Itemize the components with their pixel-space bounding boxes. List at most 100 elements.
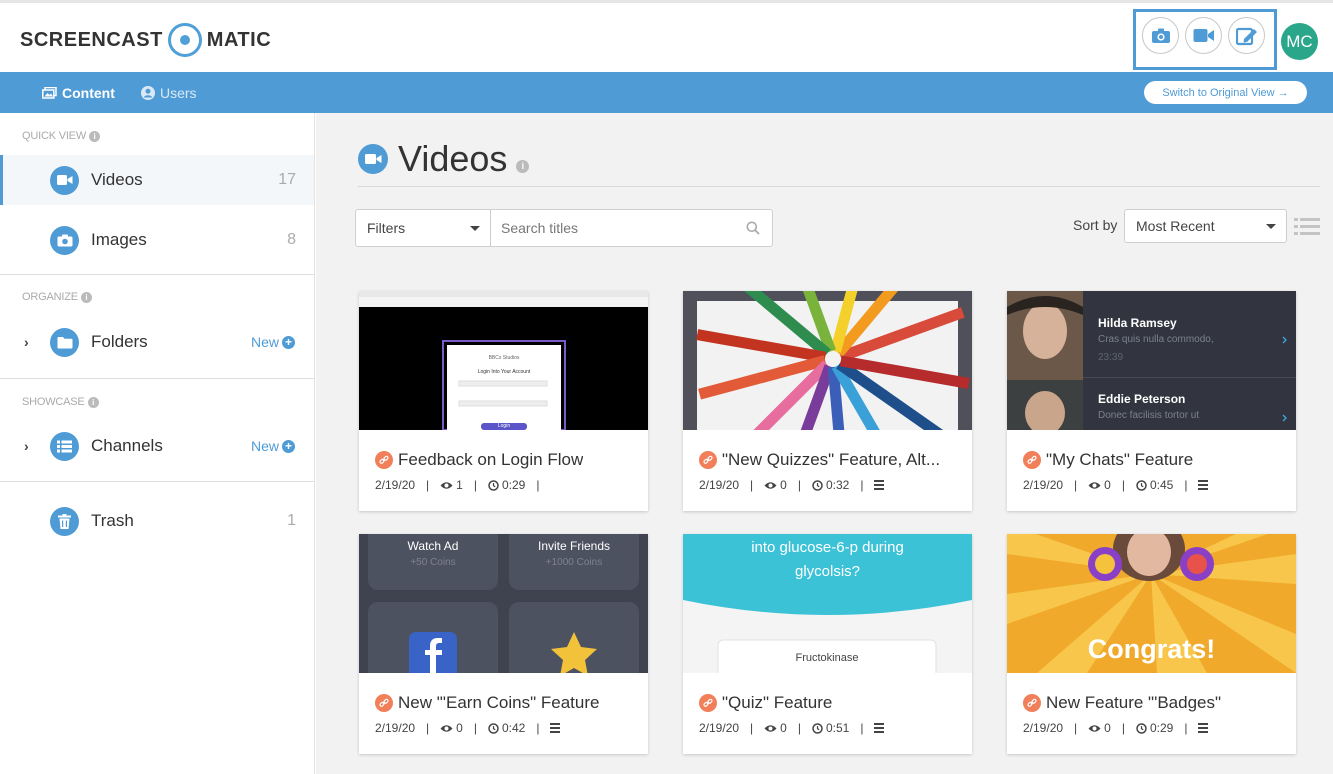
info-icon[interactable]: i	[80, 291, 92, 303]
quiz-question-line1: into glucose-6-p during	[751, 539, 904, 556]
link-icon	[1023, 451, 1041, 469]
video-thumbnail[interactable]: Hilda Ramsey Cras quis nulla commodo, 23…	[1007, 291, 1296, 430]
video-thumbnail[interactable]: Congrats!	[1007, 534, 1296, 673]
record-video-button[interactable]	[1185, 17, 1222, 54]
filters-dropdown[interactable]: Filters	[356, 210, 491, 246]
menu-icon[interactable]	[1198, 478, 1209, 492]
coin-offer-title: Invite Friends	[537, 539, 611, 553]
coin-offer-sub: +1000 Coins	[545, 557, 603, 568]
list-view-icon[interactable]	[1294, 217, 1320, 237]
sidebar-item-channels[interactable]: › Channels New +	[0, 421, 314, 471]
video-views: 0	[780, 721, 787, 735]
video-card[interactable]: Hilda Ramsey Cras quis nulla commodo, 23…	[1007, 291, 1296, 511]
new-folder-button[interactable]: New +	[251, 334, 295, 350]
avatar[interactable]: MC	[1281, 23, 1318, 60]
user-icon	[141, 86, 155, 100]
clock-icon	[812, 479, 823, 491]
eye-icon	[764, 724, 777, 732]
quick-view-label: QUICK VIEW i	[22, 129, 101, 143]
separator: |	[1074, 721, 1078, 735]
caret-down-icon	[470, 226, 480, 231]
nav-tab-content[interactable]: Content	[42, 84, 115, 102]
content-icon	[42, 87, 57, 99]
camera-icon	[50, 225, 79, 255]
separator: |	[1184, 721, 1188, 735]
chat-time: 23:39	[1098, 352, 1124, 363]
video-title[interactable]: "Quiz" Feature	[699, 693, 962, 713]
video-thumbnail[interactable]: BBCx Studios Login Into Your Account Log…	[359, 291, 648, 430]
link-icon	[1023, 694, 1041, 712]
new-channel-button[interactable]: New +	[251, 438, 295, 454]
menu-icon[interactable]	[874, 721, 885, 735]
badges-congrats-text: Congrats!	[1087, 634, 1216, 664]
menu-icon[interactable]	[874, 478, 885, 492]
edit-icon	[1235, 27, 1257, 45]
video-meta: 2/19/20 | 0 | 0:51 |	[699, 721, 885, 735]
video-thumbnail[interactable]	[683, 291, 972, 430]
video-date: 2/19/20	[1023, 478, 1064, 492]
separator: |	[473, 721, 477, 735]
sidebar-item-folders[interactable]: › Folders New +	[0, 317, 314, 367]
info-icon[interactable]: i	[89, 130, 101, 142]
chat-name: Eddie Peterson	[1098, 392, 1186, 406]
screenshot-button[interactable]	[1142, 17, 1179, 54]
video-title-text: "New Quizzes" Feature, Alt...	[722, 450, 941, 469]
info-icon[interactable]: i	[87, 396, 99, 408]
organize-text: ORGANIZE	[22, 291, 78, 303]
video-card[interactable]: BBCx Studios Login Into Your Account Log…	[359, 291, 648, 511]
page-title: Videos	[398, 138, 508, 179]
video-title[interactable]: Feedback on Login Flow	[375, 450, 638, 470]
video-card[interactable]: "New Quizzes" Feature, Alt... 2/19/20 | …	[683, 291, 972, 511]
filters-label: Filters	[367, 220, 406, 236]
video-duration: 0:29	[1149, 721, 1174, 735]
separator: |	[860, 478, 864, 492]
video-title[interactable]: "My Chats" Feature	[1023, 450, 1286, 470]
sidebar-item-trash[interactable]: Trash 1	[0, 496, 314, 546]
search-input[interactable]	[491, 210, 731, 246]
clock-icon	[1136, 722, 1147, 734]
video-card[interactable]: Watch Ad +50 Coins Invite Friends +1000 …	[359, 534, 648, 754]
video-card[interactable]: into glucose-6-p during glycolsis? Fruct…	[683, 534, 972, 754]
chevron-right-icon[interactable]: ›	[24, 334, 29, 350]
sidebar-item-count: 1	[287, 512, 296, 529]
video-duration: 0:32	[825, 478, 850, 492]
sort-dropdown[interactable]: Most Recent	[1124, 209, 1287, 243]
info-icon[interactable]: i	[516, 159, 530, 173]
menu-icon[interactable]	[550, 721, 561, 735]
video-views: 0	[1104, 721, 1111, 735]
caret-down-icon	[1266, 224, 1276, 229]
editor-button[interactable]	[1228, 17, 1265, 54]
video-title[interactable]: New "'Earn Coins" Feature	[375, 693, 638, 713]
sidebar-divider	[0, 378, 314, 379]
separator: |	[1184, 478, 1188, 492]
plus-icon: +	[282, 439, 295, 453]
chat-message: Donec facilisis tortor ut	[1098, 410, 1200, 421]
main-content: Videos i Filters Sort by Most Recent	[316, 113, 1333, 774]
menu-icon[interactable]	[1198, 721, 1209, 735]
video-card[interactable]: Congrats! New Feature "'Badges" 2/19/20 …	[1007, 534, 1296, 754]
video-camera-icon	[1193, 29, 1214, 42]
plus-icon: +	[282, 335, 295, 349]
quick-view-text: QUICK VIEW	[22, 130, 87, 142]
sidebar-item-label: Images	[91, 230, 147, 249]
separator: |	[536, 721, 540, 735]
sidebar-item-videos[interactable]: Videos 17	[0, 155, 314, 205]
nav-tab-users[interactable]: Users	[141, 84, 197, 102]
sidebar-item-images[interactable]: Images 8	[0, 215, 314, 265]
screencast-matic-logo[interactable]: SCREENCAST MATIC	[20, 23, 271, 57]
video-thumbnail[interactable]: Watch Ad +50 Coins Invite Friends +1000 …	[359, 534, 648, 673]
video-title[interactable]: "New Quizzes" Feature, Alt...	[699, 450, 962, 470]
video-duration: 0:42	[501, 721, 526, 735]
separator: |	[426, 721, 430, 735]
login-brand-text: BBCx Studios	[488, 355, 520, 361]
new-label: New	[250, 334, 279, 350]
chevron-right-icon[interactable]: ›	[24, 438, 29, 454]
video-title-text: New Feature "'Badges"	[1046, 693, 1222, 712]
switch-to-original-view-button[interactable]: Switch to Original View →	[1144, 81, 1307, 104]
search-icon[interactable]	[746, 221, 760, 235]
video-title-text: New "'Earn Coins" Feature	[398, 693, 600, 712]
new-label: New	[250, 438, 279, 454]
video-date: 2/19/20	[699, 478, 740, 492]
video-thumbnail[interactable]: into glucose-6-p during glycolsis? Fruct…	[683, 534, 972, 673]
video-title[interactable]: New Feature "'Badges"	[1023, 693, 1286, 713]
